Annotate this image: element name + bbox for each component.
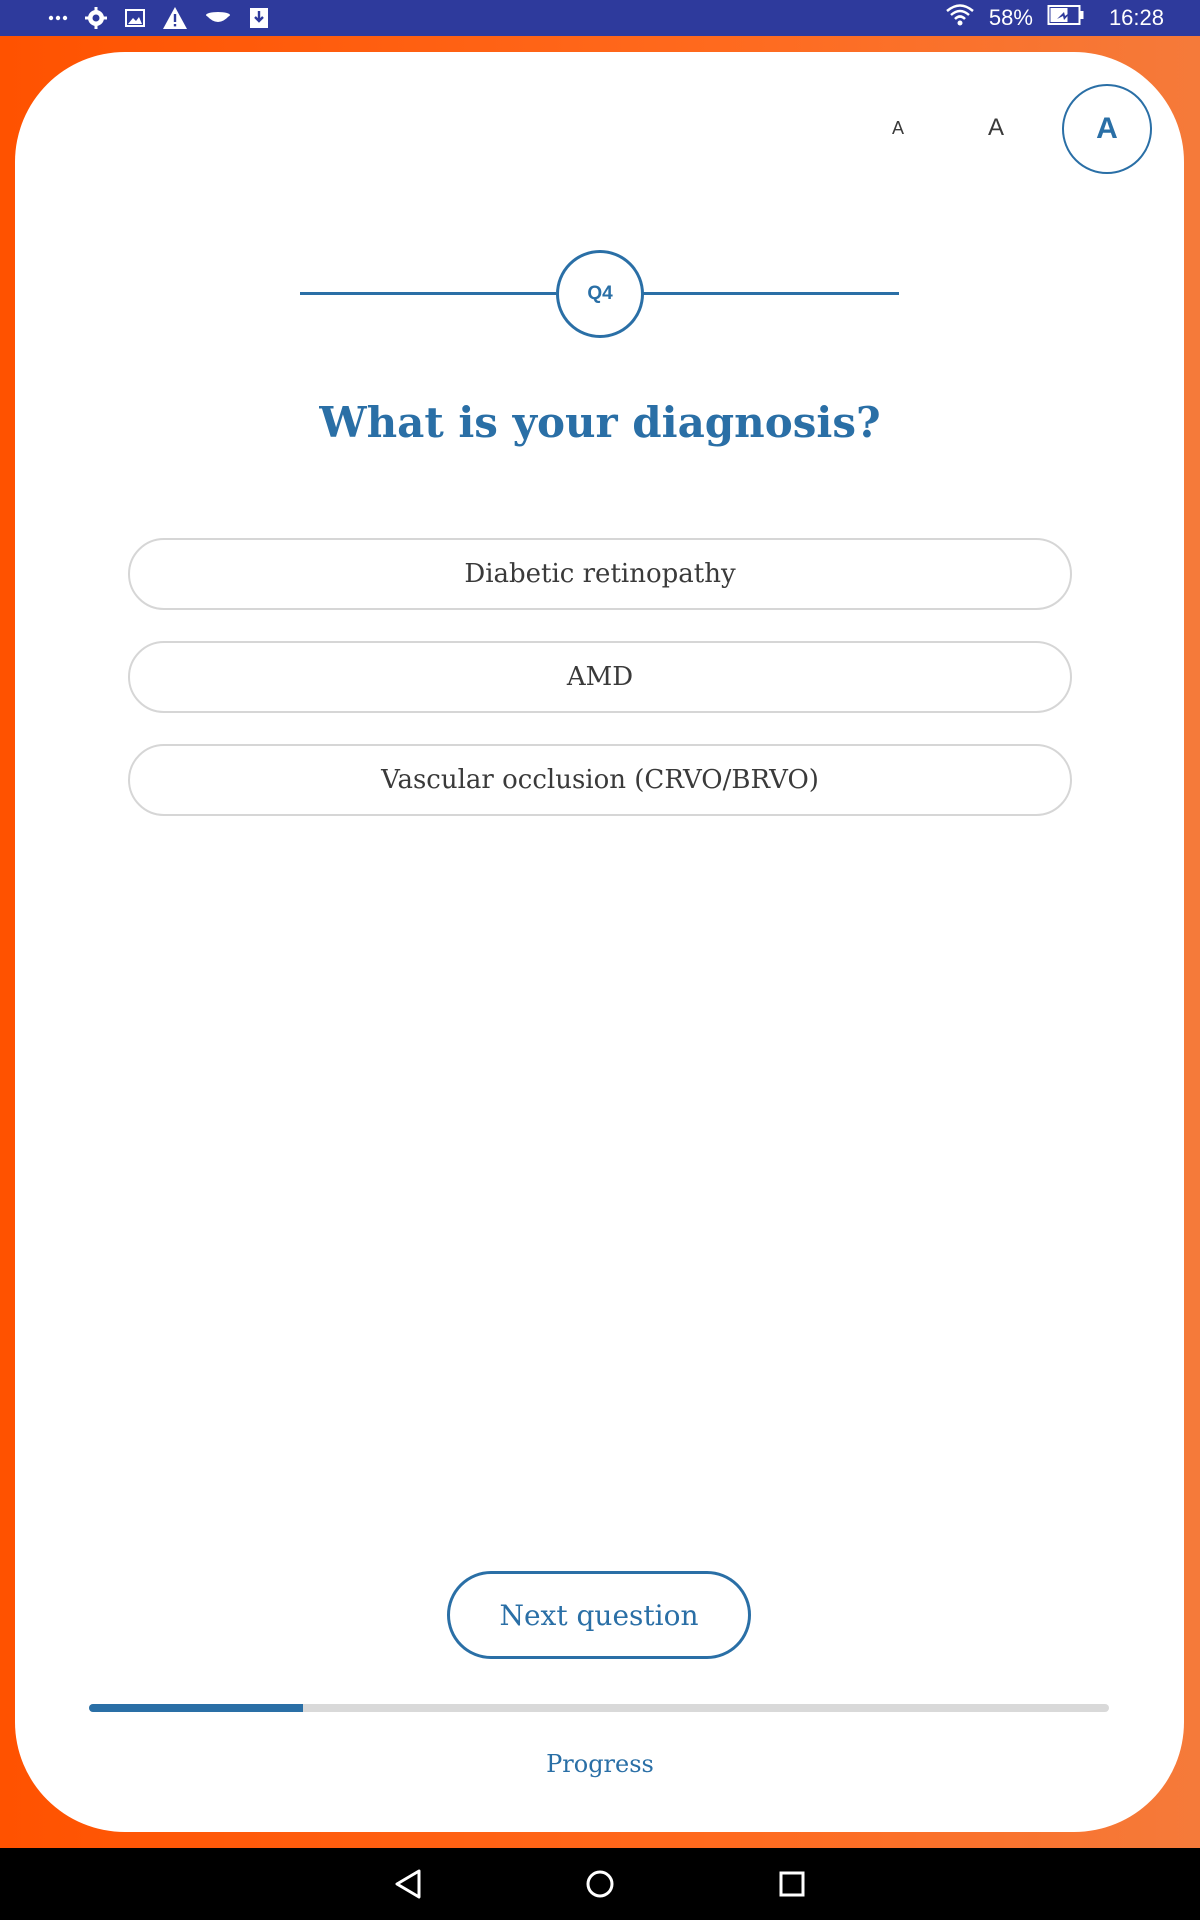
- warning-icon: [162, 4, 188, 32]
- battery-charging-icon: [1047, 4, 1085, 32]
- answer-option-diabetic-retinopathy[interactable]: Diabetic retinopathy: [128, 538, 1072, 610]
- font-size-controls: A A A: [850, 84, 1152, 174]
- progress-label: Progress: [546, 1750, 654, 1778]
- system-navigation-bar: [0, 1848, 1200, 1920]
- settings-icon: [84, 4, 108, 32]
- answer-option-vascular-occlusion[interactable]: Vascular occlusion (CRVO/BRVO): [128, 744, 1072, 816]
- back-icon[interactable]: [386, 1862, 430, 1906]
- answer-option-label: Vascular occlusion (CRVO/BRVO): [381, 765, 819, 795]
- dish-icon: [204, 4, 232, 32]
- question-indicator-line-left: [300, 292, 556, 295]
- answer-option-label: AMD: [566, 662, 634, 692]
- question-number-badge: Q4: [556, 250, 644, 338]
- download-icon: [248, 4, 270, 32]
- status-bar: 58% 16:28: [0, 0, 1200, 36]
- answer-option-amd[interactable]: AMD: [128, 641, 1072, 713]
- clock: 16:28: [1108, 5, 1164, 30]
- more-icon: [48, 4, 68, 32]
- font-size-medium-button[interactable]: A: [974, 106, 1018, 150]
- wifi-icon: [945, 3, 975, 33]
- next-question-button[interactable]: Next question: [447, 1571, 751, 1659]
- image-icon: [124, 4, 146, 32]
- progress-bar: [89, 1704, 1109, 1712]
- progress-bar-fill: [89, 1704, 304, 1712]
- answer-option-label: Diabetic retinopathy: [464, 559, 736, 589]
- font-size-large-button[interactable]: A: [1062, 84, 1152, 174]
- question-indicator-line-right: [643, 292, 899, 295]
- battery-percent: 58%: [988, 5, 1033, 30]
- recent-apps-icon[interactable]: [770, 1862, 814, 1906]
- font-size-small-button[interactable]: A: [880, 110, 916, 146]
- question-title: What is your diagnosis?: [319, 398, 881, 447]
- home-icon[interactable]: [578, 1862, 622, 1906]
